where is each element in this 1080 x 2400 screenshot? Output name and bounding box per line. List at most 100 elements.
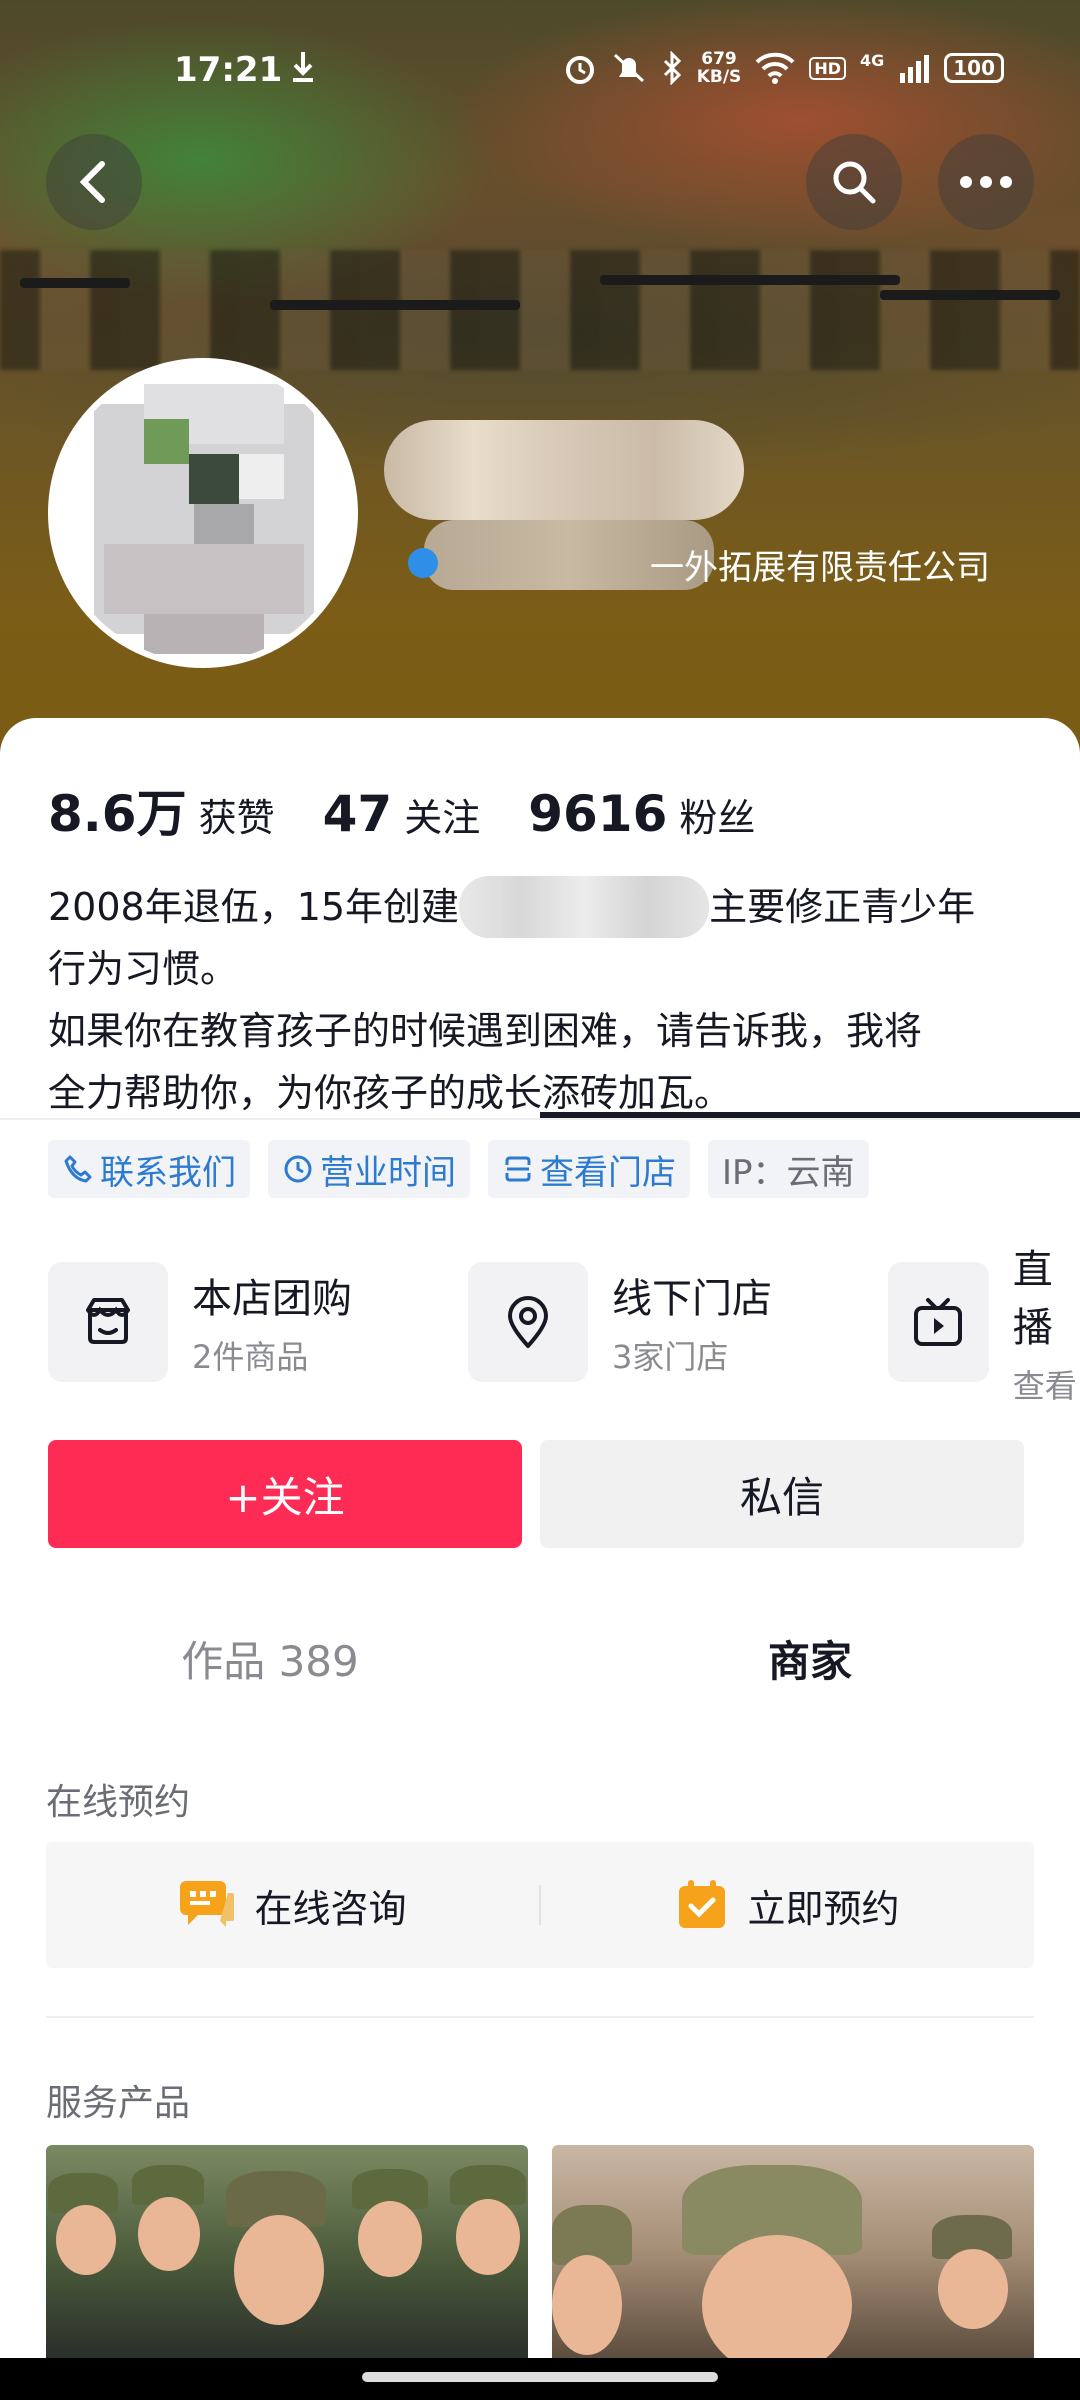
stat-following-value: 47 xyxy=(322,785,393,843)
tag-label: 联系我们 xyxy=(100,1152,236,1193)
avatar[interactable] xyxy=(48,358,358,668)
wifi-icon xyxy=(755,52,795,84)
store-icon xyxy=(505,1156,531,1182)
profile-tabs: 作品 389 商家 xyxy=(0,1598,1080,1718)
avatar-mosaic xyxy=(144,419,189,464)
avatar-mosaic xyxy=(239,454,284,499)
divider xyxy=(0,1118,1080,1120)
company-name: 一外拓展有限责任公司 xyxy=(650,548,990,588)
product-thumbnail-detail xyxy=(138,2197,200,2271)
product-card[interactable] xyxy=(46,2145,528,2358)
service-title: 直播 xyxy=(1012,1247,1053,1351)
profile-stats: 8.6万 获赞 47 关注 9616 粉丝 xyxy=(48,774,803,846)
chevron-left-icon xyxy=(79,161,105,203)
avatar-mosaic xyxy=(104,544,304,614)
bio-text: 行为习惯。 xyxy=(48,947,239,991)
view-store-tag[interactable]: 查看门店 xyxy=(488,1140,690,1198)
network-type: 4G xyxy=(859,50,885,70)
service-subtitle: 2件商品 xyxy=(192,1338,309,1376)
stat-followers-value: 9616 xyxy=(528,785,668,843)
stat-following-label: 关注 xyxy=(404,796,481,840)
speed-unit: KB/S xyxy=(696,67,742,87)
tab-works[interactable]: 作品 389 xyxy=(0,1598,540,1718)
shop-basket-icon xyxy=(48,1262,168,1382)
signal-icon xyxy=(900,55,930,83)
back-button[interactable] xyxy=(46,134,142,230)
bio-text: 2008年退伍，15年创建 xyxy=(48,885,460,929)
tag-label: 营业时间 xyxy=(320,1152,456,1193)
name-mosaic xyxy=(384,420,744,520)
divider xyxy=(46,2016,1034,2018)
status-icons: 679 KB/S HD 4G 100 xyxy=(563,50,1004,86)
tv-icon xyxy=(888,1262,989,1382)
stat-likes[interactable]: 8.6万 获赞 xyxy=(48,774,275,846)
consult-label: 在线咨询 xyxy=(254,1886,407,1931)
stat-likes-value: 8.6万 xyxy=(48,785,187,843)
banner-soldiers xyxy=(0,250,1080,370)
contact-us-tag[interactable]: 联系我们 xyxy=(48,1140,250,1198)
calendar-check-icon xyxy=(679,1880,726,1928)
live-entry[interactable]: 直播 查看 xyxy=(888,1247,1080,1405)
product-thumbnail-detail xyxy=(234,2215,324,2325)
phone-icon xyxy=(64,1155,92,1183)
banner-detail xyxy=(270,300,520,310)
product-thumbnail-detail xyxy=(938,2249,1008,2329)
online-booking-title: 在线预约 xyxy=(46,1782,191,1823)
stat-followers-label: 粉丝 xyxy=(679,796,756,840)
battery-indicator: 100 xyxy=(944,53,1004,83)
search-button[interactable] xyxy=(806,134,902,230)
alarm-icon xyxy=(565,56,594,84)
service-subtitle: 3家门店 xyxy=(612,1338,729,1376)
book-now-button[interactable]: 立即预约 xyxy=(541,1842,1034,1968)
bio-text: 主要修正青少年 xyxy=(709,885,976,929)
online-booking-card: 在线咨询 立即预约 xyxy=(46,1842,1034,1968)
online-consult-button[interactable]: 在线咨询 xyxy=(46,1842,539,1968)
product-thumbnail-detail xyxy=(358,2201,422,2277)
offline-store-entry[interactable]: 线下门店 3家门店 xyxy=(468,1260,772,1384)
network-speed: 679 KB/S xyxy=(697,50,742,86)
message-button[interactable]: 私信 xyxy=(540,1440,1024,1548)
status-time: 17:21 xyxy=(174,50,283,90)
group-buy-entry[interactable]: 本店团购 2件商品 xyxy=(48,1260,352,1384)
profile-bio: 2008年退伍，15年创建 主要修正青少年 行为习惯。 如果你在教育孩子的时候遇到… xyxy=(48,876,1038,1124)
profile-tags: 联系我们 营业时间 查看门店 IP：云南 xyxy=(48,1140,869,1198)
chat-bubble-icon xyxy=(180,1881,235,1927)
business-hours-tag[interactable]: 营业时间 xyxy=(268,1140,470,1198)
service-title: 线下门店 xyxy=(612,1276,772,1322)
bluetooth-icon xyxy=(663,51,681,85)
product-thumbnail-detail xyxy=(456,2199,520,2275)
follow-button[interactable]: +关注 xyxy=(48,1440,522,1548)
search-icon xyxy=(833,161,876,204)
more-dots-icon xyxy=(960,176,1012,188)
tag-label: IP：云南 xyxy=(722,1152,855,1193)
stat-followers[interactable]: 9616 粉丝 xyxy=(528,785,755,843)
ip-location-tag: IP：云南 xyxy=(708,1140,869,1198)
product-thumbnail-detail xyxy=(56,2205,116,2275)
clock-icon xyxy=(284,1155,312,1183)
avatar-mosaic xyxy=(144,614,264,654)
banner-detail xyxy=(20,278,130,288)
speed-value: 679 xyxy=(701,49,737,69)
product-card[interactable] xyxy=(552,2145,1034,2358)
home-gesture-handle[interactable] xyxy=(362,2372,718,2382)
avatar-mosaic xyxy=(189,454,239,504)
service-entries: 本店团购 2件商品 线下门店 3家门店 直播 查看 xyxy=(48,1247,1080,1405)
more-options-button[interactable] xyxy=(938,134,1034,230)
verified-badge-icon xyxy=(408,548,438,578)
book-now-label: 立即预约 xyxy=(747,1886,900,1931)
mute-bell-icon xyxy=(613,53,644,83)
service-subtitle: 查看 xyxy=(1012,1367,1077,1405)
banner-detail xyxy=(880,290,1060,300)
stat-likes-label: 获赞 xyxy=(198,796,275,840)
location-pin-icon xyxy=(468,1262,588,1382)
download-icon xyxy=(293,52,313,82)
avatar-mosaic xyxy=(194,504,254,544)
product-thumbnail-detail xyxy=(552,2255,622,2355)
stat-following[interactable]: 47 关注 xyxy=(323,785,481,843)
hd-badge: HD xyxy=(809,56,846,80)
tag-label: 查看门店 xyxy=(540,1152,676,1193)
service-title: 本店团购 xyxy=(192,1276,352,1322)
service-products-title: 服务产品 xyxy=(46,2083,191,2124)
tab-merchant[interactable]: 商家 xyxy=(540,1598,1080,1718)
bio-redacted xyxy=(459,876,710,938)
